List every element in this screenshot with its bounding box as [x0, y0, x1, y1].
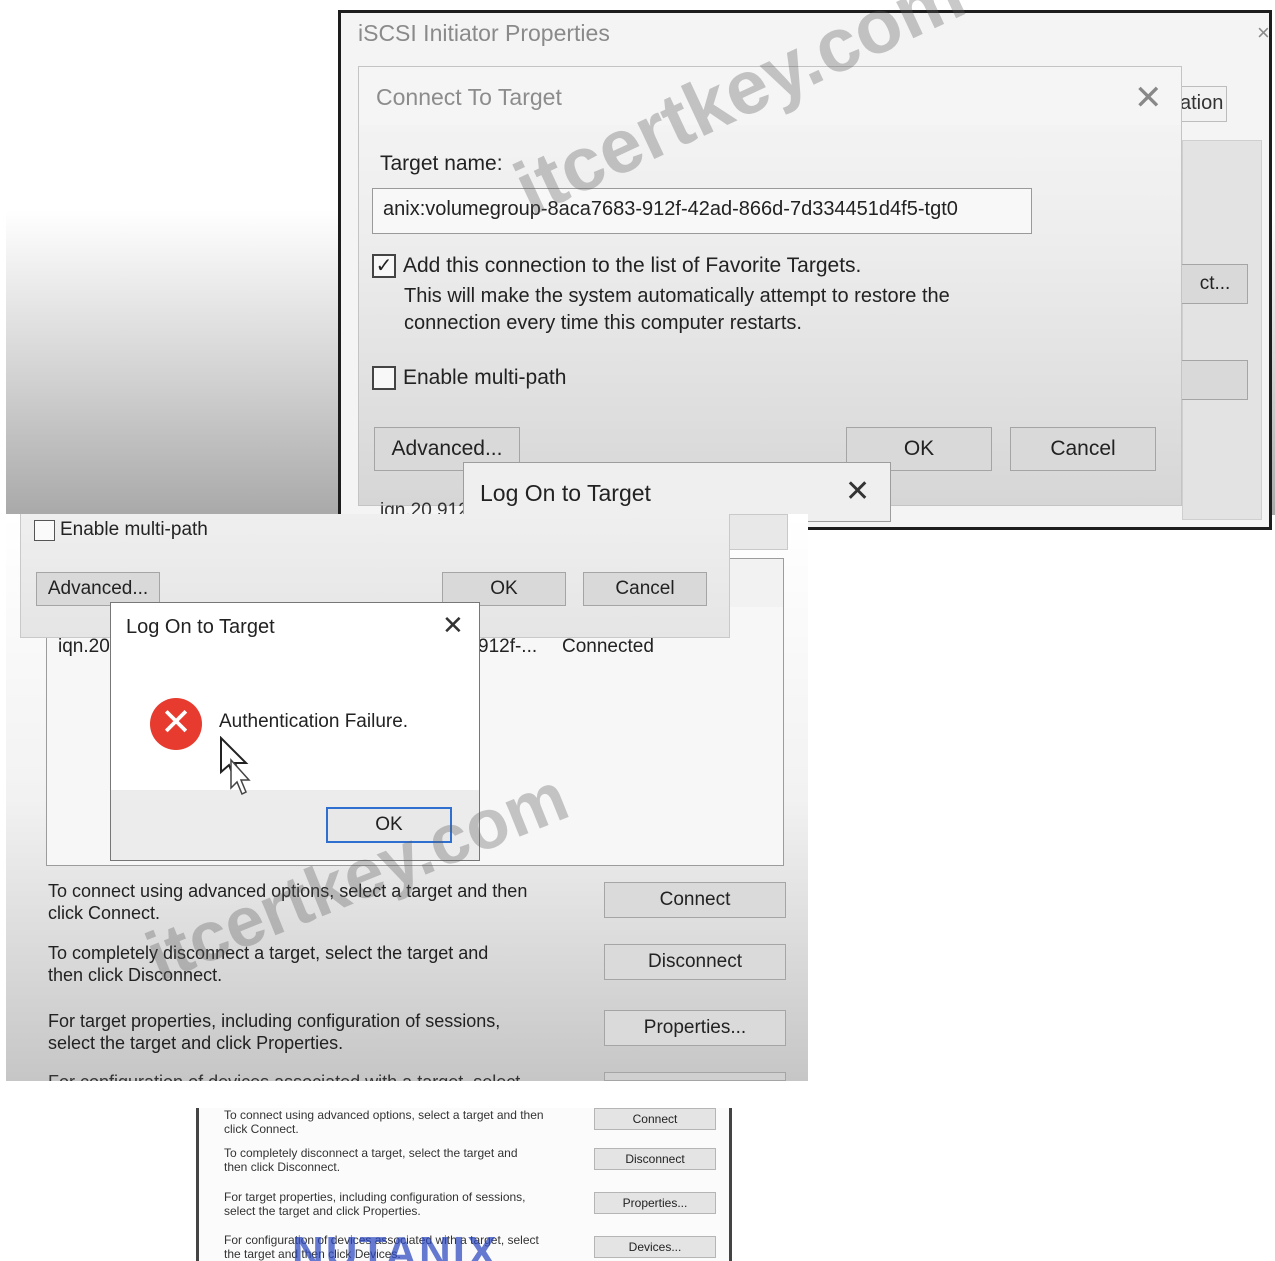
devices-button[interactable]: [604, 1072, 786, 1081]
side-button[interactable]: [728, 514, 788, 550]
logon-dialog-title: Log On to Target: [126, 616, 275, 638]
favorite-targets-note: connection every time this computer rest…: [404, 312, 802, 334]
favorite-targets-label: Add this connection to the list of Favor…: [403, 254, 862, 277]
properties-button[interactable]: Properties...: [594, 1192, 716, 1214]
description-line: select the target and click Properties.: [224, 1204, 421, 1218]
tab-configuration[interactable]: ation: [1175, 86, 1227, 122]
disconnect-button[interactable]: Disconnect: [604, 944, 786, 980]
error-icon: ✕: [150, 698, 202, 750]
mouse-cursor-icon: [220, 736, 251, 796]
connect-button[interactable]: Connect: [604, 882, 786, 918]
ok-button[interactable]: OK: [442, 572, 566, 606]
disconnect-description: To completely disconnect a target, selec…: [48, 942, 588, 986]
favorite-targets-checkbox[interactable]: ✓: [372, 254, 396, 278]
error-message: Authentication Failure.: [219, 711, 409, 732]
advanced-button[interactable]: Advanced...: [36, 572, 160, 606]
description-line: To connect using advanced options, selec…: [224, 1108, 544, 1122]
cancel-button[interactable]: Cancel: [583, 572, 707, 606]
properties-description: For target properties, including configu…: [224, 1190, 554, 1218]
target-name-input[interactable]: anix:volumegroup-8aca7683-912f-42ad-866d…: [372, 188, 1032, 234]
window-close-icon[interactable]: ×: [1257, 20, 1270, 46]
close-icon[interactable]: ✕: [1134, 78, 1163, 118]
description-line: To completely disconnect a target, selec…: [48, 943, 489, 963]
tab-page: [1182, 140, 1262, 520]
devices-button[interactable]: Devices...: [594, 1236, 716, 1258]
favorite-targets-note: This will make the system automatically …: [404, 285, 950, 307]
description-line: click Connect.: [224, 1122, 299, 1136]
target-row-name[interactable]: iqn.20: [58, 636, 110, 658]
properties-button[interactable]: Properties...: [604, 1010, 786, 1046]
disconnect-button[interactable]: Disconnect: [594, 1148, 716, 1170]
connect-description: To connect using advanced options, selec…: [224, 1108, 554, 1136]
dialog-title: Connect To Target: [376, 84, 562, 110]
description-line: select the target and click Properties.: [48, 1033, 344, 1053]
multipath-checkbox[interactable]: [34, 520, 55, 541]
description-line: For target properties, including configu…: [48, 1011, 501, 1031]
disconnect-description: To completely disconnect a target, selec…: [224, 1146, 554, 1174]
description-line: then click Disconnect.: [224, 1160, 341, 1174]
multipath-label: Enable multi-path: [403, 366, 567, 389]
devices-description: For configuration of devices associated …: [48, 1072, 588, 1081]
side-button[interactable]: [1178, 360, 1248, 400]
panel2: iqn.20 912f-... Connected Enable multi-p…: [6, 514, 808, 1081]
connect-button[interactable]: Connect: [594, 1108, 716, 1130]
close-icon[interactable]: ✕: [442, 610, 464, 641]
description-line: then click Disconnect.: [48, 965, 223, 985]
multipath-label: Enable multi-path: [60, 519, 208, 540]
logon-dialog-title: Log On to Target: [480, 480, 651, 506]
close-icon[interactable]: ✕: [845, 474, 870, 509]
cancel-button[interactable]: Cancel: [1010, 427, 1156, 471]
panel3: To connect using advanced options, selec…: [196, 1108, 732, 1261]
target-name-label: Target name:: [380, 152, 503, 175]
target-row-name[interactable]: 912f-...: [478, 636, 537, 658]
multipath-checkbox[interactable]: [372, 366, 396, 390]
properties-description: For target properties, including configu…: [48, 1010, 588, 1054]
description-line: For target properties, including configu…: [224, 1190, 526, 1204]
quick-connect-button[interactable]: ct...: [1178, 264, 1248, 304]
nutanix-logo: NUTANIX: [292, 1228, 499, 1261]
description-line: To completely disconnect a target, selec…: [224, 1146, 518, 1160]
target-row-status: Connected: [562, 636, 654, 657]
window-title: iSCSI Initiator Properties: [358, 20, 610, 46]
